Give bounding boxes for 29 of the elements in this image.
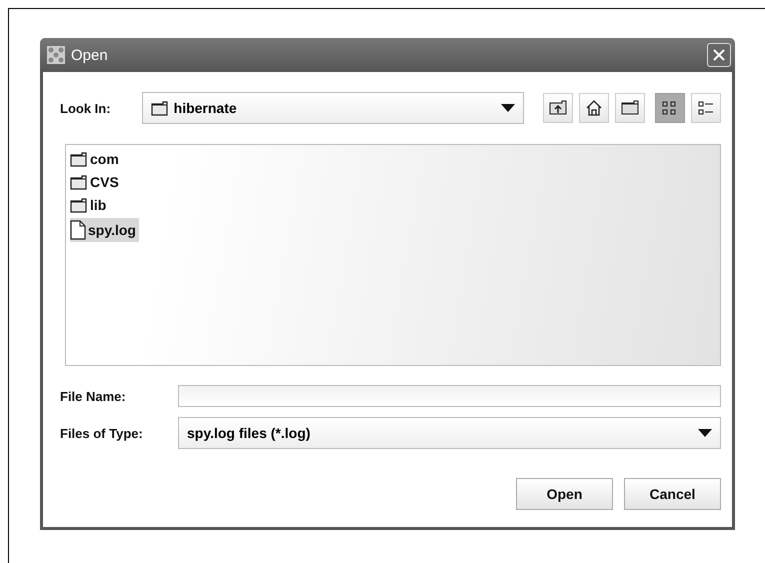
look-in-dropdown[interactable]: hibernate [142, 92, 524, 124]
toolbar-button[interactable] [579, 93, 609, 123]
window-title: Open [71, 46, 109, 64]
app-icon [46, 45, 66, 65]
file-icon [70, 220, 86, 240]
dialog-button[interactable]: Open [516, 478, 613, 510]
folder-icon [70, 152, 88, 166]
toolbar-button[interactable] [615, 93, 645, 123]
toolbar-button[interactable] [691, 93, 721, 123]
file-item[interactable]: lib [70, 195, 110, 215]
toolbar-button[interactable] [543, 93, 573, 123]
close-button[interactable] [707, 43, 731, 67]
file-type-dropdown[interactable]: spy.log files (*.log) [178, 417, 721, 449]
file-name-label: File Name: [60, 388, 127, 404]
home-icon [584, 98, 604, 118]
file-item[interactable]: com [70, 149, 122, 169]
folder-icon [70, 174, 88, 190]
folder-icon [70, 198, 88, 212]
close-icon [712, 48, 726, 62]
dialog-button[interactable]: Cancel [624, 478, 721, 510]
file-name-field[interactable] [178, 385, 721, 407]
caret-icon [698, 429, 712, 437]
caret-icon [501, 104, 515, 112]
look-in-label: Look In: [60, 100, 112, 116]
file-item[interactable]: spy.log [70, 218, 139, 242]
file-item[interactable]: CVS [70, 172, 122, 192]
toolbar-button[interactable] [655, 93, 685, 123]
folder-icon [150, 100, 169, 116]
file-type-label: Files of Type: [60, 426, 144, 440]
